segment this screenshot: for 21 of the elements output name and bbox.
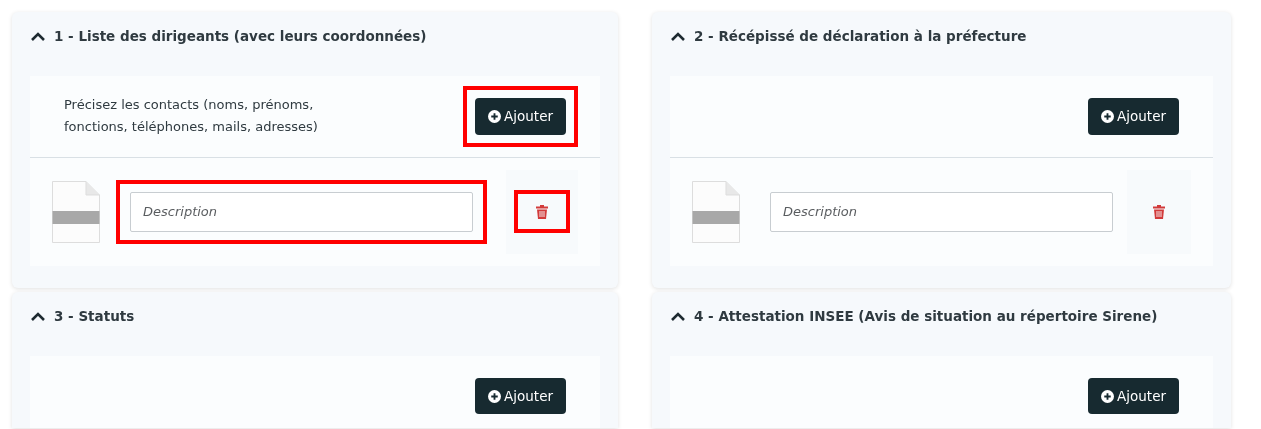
add-button[interactable]: Ajouter [1088,377,1179,414]
description-field[interactable]: Description [770,191,1113,232]
chevron-up-icon[interactable] [30,30,46,43]
section-title: 1 - Liste des dirigeants (avec leurs coordonnées) [54,27,427,46]
add-button[interactable]: Ajouter [1088,98,1179,135]
description-field[interactable]: Description [130,191,473,232]
add-button[interactable]: Ajouter [475,377,566,414]
chevron-up-icon[interactable] [670,30,686,43]
hint-text: Précisez les contacts (noms, prénoms, fonctions, téléphones, mails, adresses) [64,95,319,137]
section-title: 4 - Attestation INSEE (Avis de situation au répertoire Sirene) [694,306,1158,326]
plus-circle-icon [1101,110,1115,124]
trash-icon [1153,205,1165,220]
plus-circle-icon [488,110,502,124]
trash-icon [536,205,548,220]
plus-circle-icon [488,389,502,403]
file-thumbnail-icon [52,180,100,243]
section-title: 2 - Récépissé de déclaration à la préfecture [694,27,1027,46]
plus-circle-icon [1101,389,1115,403]
add-button[interactable]: Ajouter [475,98,566,135]
file-thumbnail-icon [692,180,740,243]
section-title: 3 - Statuts [54,306,135,326]
